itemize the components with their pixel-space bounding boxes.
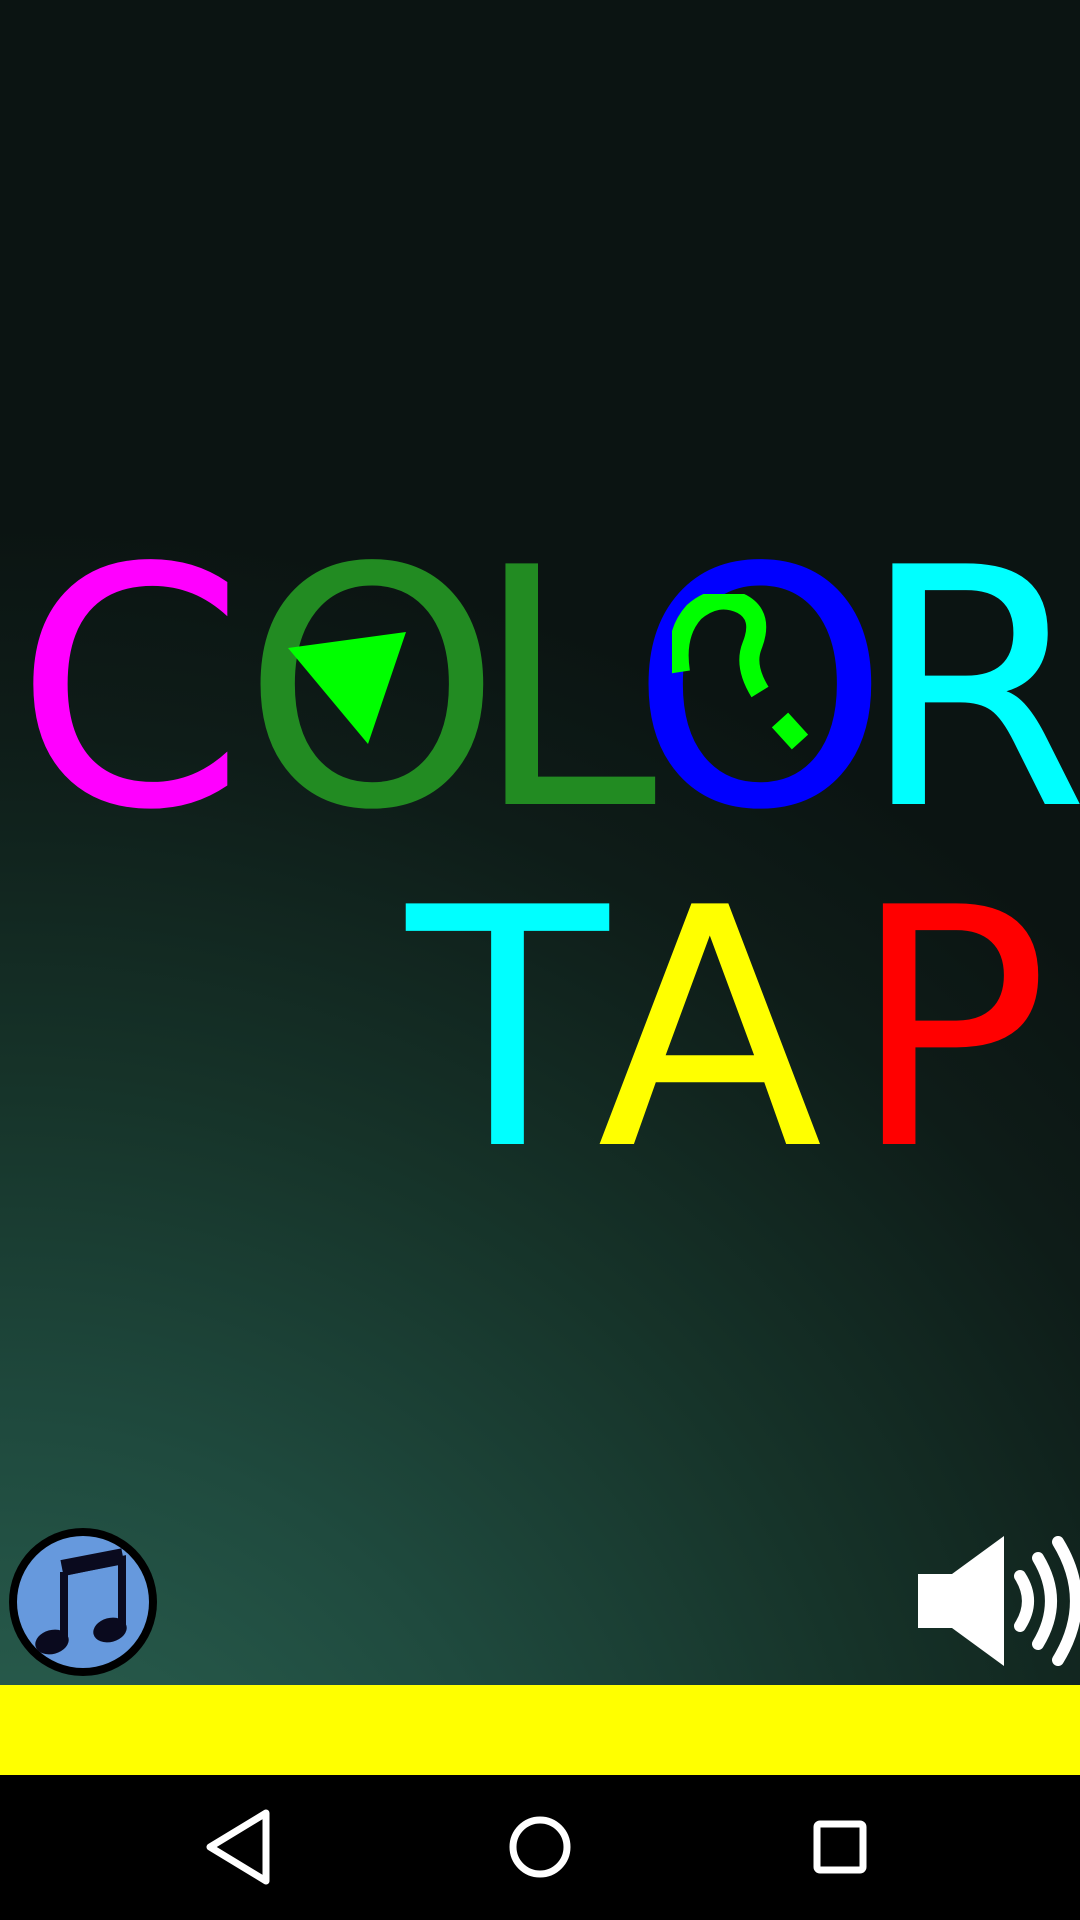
home-circle-icon[interactable]: [490, 1797, 590, 1897]
title-letter-r: R: [860, 498, 1080, 882]
title-row-tap: T A P: [0, 838, 1080, 1222]
speaker-volume-icon: [918, 1536, 1080, 1666]
title-row-color: C O L O R: [0, 498, 1080, 882]
title-letter-t: T: [406, 838, 609, 1222]
sound-toggle-button[interactable]: [914, 1536, 1080, 1666]
play-triangle-icon[interactable]: [288, 632, 408, 744]
title-letter-a: A: [597, 838, 823, 1222]
title-letter-p: P: [850, 838, 1050, 1222]
bottom-color-bar: [0, 1685, 1080, 1775]
question-mark-icon[interactable]: [672, 594, 808, 750]
recent-square-icon[interactable]: [790, 1797, 890, 1897]
music-toggle-button[interactable]: [2, 1522, 164, 1682]
system-navigation-bar: [0, 1775, 1080, 1920]
back-triangle-icon[interactable]: [190, 1797, 290, 1897]
game-screen: C O L O R T A P: [0, 0, 1080, 1920]
title-letter-c: C: [14, 498, 246, 882]
